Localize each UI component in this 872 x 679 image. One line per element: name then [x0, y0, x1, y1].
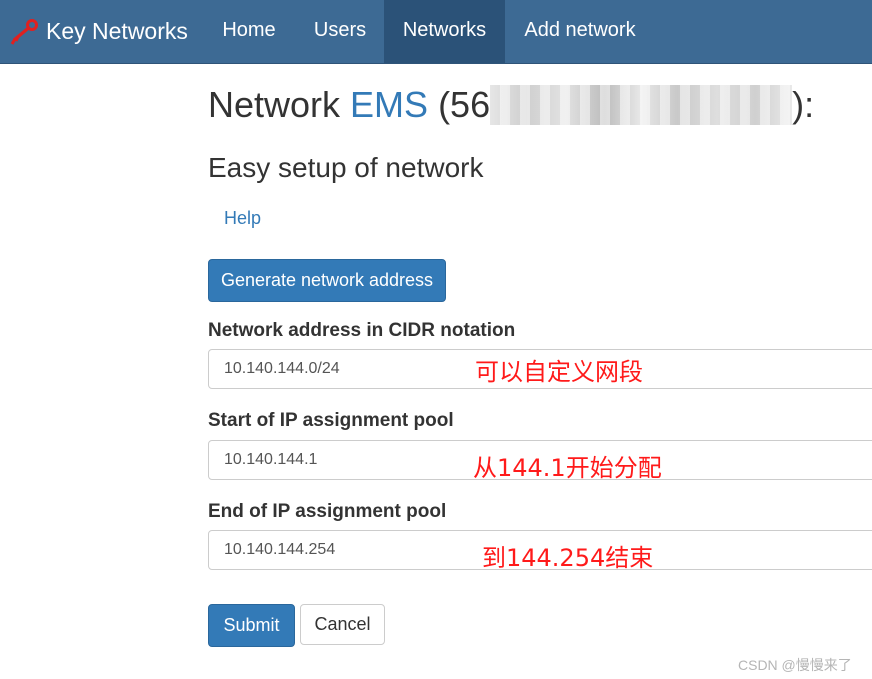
pool-start-label: Start of IP assignment pool — [208, 410, 454, 431]
title-suffix: ): — [792, 84, 815, 125]
brand-name: Key Networks — [46, 18, 188, 44]
nav-add-network[interactable]: Add network — [508, 0, 652, 63]
cancel-button[interactable]: Cancel — [300, 604, 385, 645]
brand[interactable]: Key Networks — [8, 0, 188, 63]
help-link[interactable]: Help — [224, 208, 261, 229]
title-prefix: Network — [208, 84, 351, 125]
key-icon — [10, 18, 38, 45]
watermark: CSDN @慢慢来了 — [738, 657, 852, 673]
nav-networks[interactable]: Networks — [384, 0, 505, 63]
page-subtitle: Easy setup of network — [208, 152, 484, 183]
cidr-label: Network address in CIDR notation — [208, 320, 516, 341]
nav-home[interactable]: Home — [206, 0, 292, 63]
top-navbar: Key Networks Home Users Networks Add net… — [0, 0, 872, 64]
network-name-link[interactable]: EMS — [350, 84, 428, 125]
cidr-annotation: 可以自定义网段 — [475, 358, 643, 386]
page-title: Network EMS (56): — [208, 84, 814, 126]
redacted-id-blur — [490, 85, 793, 125]
nav-users[interactable]: Users — [297, 0, 383, 63]
network-id: (56 — [438, 84, 491, 125]
pool-start-annotation: 从144.1开始分配 — [473, 454, 662, 482]
submit-button[interactable]: Submit — [208, 604, 295, 647]
pool-end-annotation: 到144.254结束 — [482, 544, 654, 572]
pool-end-label: End of IP assignment pool — [208, 501, 447, 522]
generate-network-address-button[interactable]: Generate network address — [208, 259, 446, 302]
